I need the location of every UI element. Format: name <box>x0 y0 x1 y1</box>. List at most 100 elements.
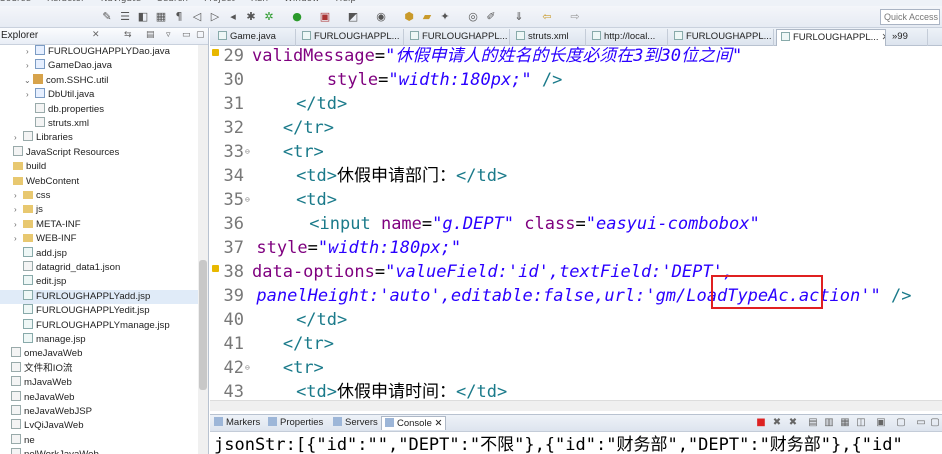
editor-tab[interactable]: FURLOUGHAPPL... <box>298 29 404 46</box>
last-edit-icon[interactable]: ◂ <box>226 10 240 24</box>
tree-item[interactable]: nelWorkJavaWeb <box>2 448 99 454</box>
show-whitespace-icon[interactable]: ¶ <box>172 10 186 24</box>
tree-item[interactable]: db.properties <box>26 102 104 117</box>
tree-item[interactable]: manage.jsp <box>14 333 86 347</box>
tree-item[interactable]: omeJavaWeb <box>2 347 82 361</box>
explorer-scroll-thumb[interactable] <box>199 260 207 390</box>
tree-item[interactable]: ne <box>2 433 35 448</box>
chevron-icon[interactable]: › <box>14 131 23 145</box>
explorer-scrollbar[interactable] <box>198 45 208 454</box>
tree-item[interactable]: JavaScript Resources <box>4 145 119 160</box>
terminate-icon[interactable]: ■ <box>755 417 767 429</box>
remove-launch-icon[interactable]: ✖ <box>771 417 783 429</box>
mark-occurrences-icon[interactable]: ◧ <box>136 10 150 24</box>
editor-tab[interactable]: Game.java <box>214 29 296 46</box>
tree-item[interactable]: › META-INF <box>14 218 81 232</box>
explorer-title[interactable]: Explorer <box>1 30 38 41</box>
tree-item[interactable]: datagrid_data1.json <box>14 261 120 275</box>
tree-item[interactable]: › FURLOUGHAPPLYDao.java <box>26 45 170 59</box>
tree-item[interactable]: FURLOUGHAPPLYedit.jsp <box>14 304 150 318</box>
chevron-icon[interactable]: › <box>26 45 35 59</box>
tree-item[interactable]: neJavaWeb <box>2 390 75 405</box>
block-selection-icon[interactable]: ▦ <box>154 10 168 24</box>
tree-item[interactable]: add.jsp <box>14 246 67 261</box>
view-menu-icon[interactable]: ▿ <box>166 30 171 40</box>
editor-tab[interactable]: FURLOUGHAPPL...✕ <box>776 29 886 46</box>
debug-icon[interactable]: ✲ <box>262 10 276 24</box>
tree-item[interactable]: build <box>4 160 46 174</box>
run-icon[interactable]: ● <box>290 10 304 24</box>
fold-icon[interactable]: ⊖ <box>245 188 250 212</box>
maximize-icon[interactable]: ▢ <box>929 417 941 429</box>
chevron-icon[interactable]: › <box>26 59 35 73</box>
fold-icon[interactable]: ⊖ <box>245 140 250 164</box>
link-editor-icon[interactable]: ▤ <box>146 30 155 40</box>
close-icon[interactable]: ✕ <box>92 30 100 40</box>
quick-access-input[interactable]: Quick Access <box>880 9 940 25</box>
editor-tab[interactable]: struts.xml <box>512 29 586 46</box>
search-icon[interactable]: ✦ <box>438 10 452 24</box>
menu-item-4[interactable]: Project <box>204 0 235 4</box>
tab-servers[interactable]: Servers <box>333 417 378 428</box>
editor-horizontal-scrollbar[interactable] <box>210 400 942 411</box>
toggle-breadcrumb-icon[interactable]: ☰ <box>118 10 132 24</box>
open-console-icon[interactable]: ▢ <box>895 417 907 429</box>
tree-item[interactable]: WebContent <box>4 175 79 189</box>
tree-item[interactable]: 文件和IO流 <box>2 361 73 376</box>
tree-item[interactable]: struts.xml <box>26 117 89 131</box>
back-icon[interactable]: ⇦ <box>540 10 554 24</box>
chevron-icon[interactable]: › <box>14 232 23 246</box>
next-edit-icon[interactable]: ⇓ <box>512 10 526 24</box>
toggle-mark-icon[interactable]: ✐ <box>484 10 498 24</box>
tree-item[interactable]: › js <box>14 203 43 217</box>
prev-annotation-icon[interactable]: ◁ <box>190 10 204 24</box>
scroll-lock-icon[interactable]: ▥ <box>823 417 835 429</box>
word-wrap-icon[interactable]: ▦ <box>839 417 851 429</box>
menu-item-2[interactable]: Navigate <box>101 0 141 4</box>
tree-item[interactable]: mJavaWeb <box>2 376 72 390</box>
chevron-icon[interactable]: › <box>26 88 35 102</box>
clear-console-icon[interactable]: ▤ <box>807 417 819 429</box>
menu-item-0[interactable]: Source <box>0 0 31 4</box>
pin-console-icon[interactable]: ◫ <box>855 417 867 429</box>
fold-icon[interactable]: ⊖ <box>245 356 250 380</box>
tree-item[interactable]: › WEB-INF <box>14 232 77 246</box>
tree-item[interactable]: › css <box>14 189 50 203</box>
tree-item[interactable]: FURLOUGHAPPLYadd.jsp <box>0 289 199 304</box>
menu-item-7[interactable]: Help <box>336 0 357 4</box>
tree-item[interactable]: edit.jsp <box>14 275 66 289</box>
tree-item[interactable]: FURLOUGHAPPLYmanage.jsp <box>14 318 170 333</box>
new-java-project-icon[interactable]: ◩ <box>346 10 360 24</box>
tree-item[interactable]: › GameDao.java <box>26 59 112 73</box>
new-class-icon[interactable]: ◉ <box>374 10 388 24</box>
chevron-icon[interactable]: › <box>14 203 23 217</box>
next-annotation-icon[interactable]: ▷ <box>208 10 222 24</box>
menu-item-6[interactable]: Window <box>284 0 320 4</box>
editor-tab[interactable]: FURLOUGHAPPL... <box>670 29 774 46</box>
editor-tab[interactable]: »99 <box>888 29 928 46</box>
open-folder-icon[interactable]: ▰ <box>420 10 434 24</box>
tree-item[interactable]: LvQiJavaWeb <box>2 419 84 433</box>
minimize-icon[interactable]: ▭ <box>182 30 191 40</box>
remove-all-icon[interactable]: ✖ <box>787 417 799 429</box>
pin-icon[interactable]: ✎ <box>100 10 114 24</box>
editor-tab[interactable]: FURLOUGHAPPL... <box>406 29 510 46</box>
menu-item-5[interactable]: Run <box>251 0 268 4</box>
close-icon[interactable]: ✕ <box>882 32 885 43</box>
globe-icon[interactable]: ◎ <box>466 10 480 24</box>
tree-item[interactable]: ⌄ com.SSHC.util <box>24 73 108 88</box>
chevron-icon[interactable]: › <box>14 189 23 203</box>
menu-item-3[interactable]: Search <box>157 0 188 4</box>
tree-item[interactable]: › Libraries <box>14 131 73 145</box>
forward-icon[interactable]: ⇨ <box>568 10 582 24</box>
chevron-icon[interactable]: ⌄ <box>24 74 33 88</box>
collapse-all-icon[interactable]: ⇆ <box>124 30 132 40</box>
chevron-icon[interactable]: › <box>14 218 23 232</box>
tree-item[interactable]: › DbUtil.java <box>26 88 94 102</box>
tab-console[interactable]: Console ✕ <box>381 416 447 430</box>
tab-properties[interactable]: Properties <box>268 417 323 428</box>
minimize-icon[interactable]: ▭ <box>915 417 927 429</box>
maximize-icon[interactable]: ▢ <box>196 30 205 40</box>
gear-icon[interactable]: ✱ <box>244 10 258 24</box>
run-external-tools-icon[interactable]: ▣ <box>318 10 332 24</box>
